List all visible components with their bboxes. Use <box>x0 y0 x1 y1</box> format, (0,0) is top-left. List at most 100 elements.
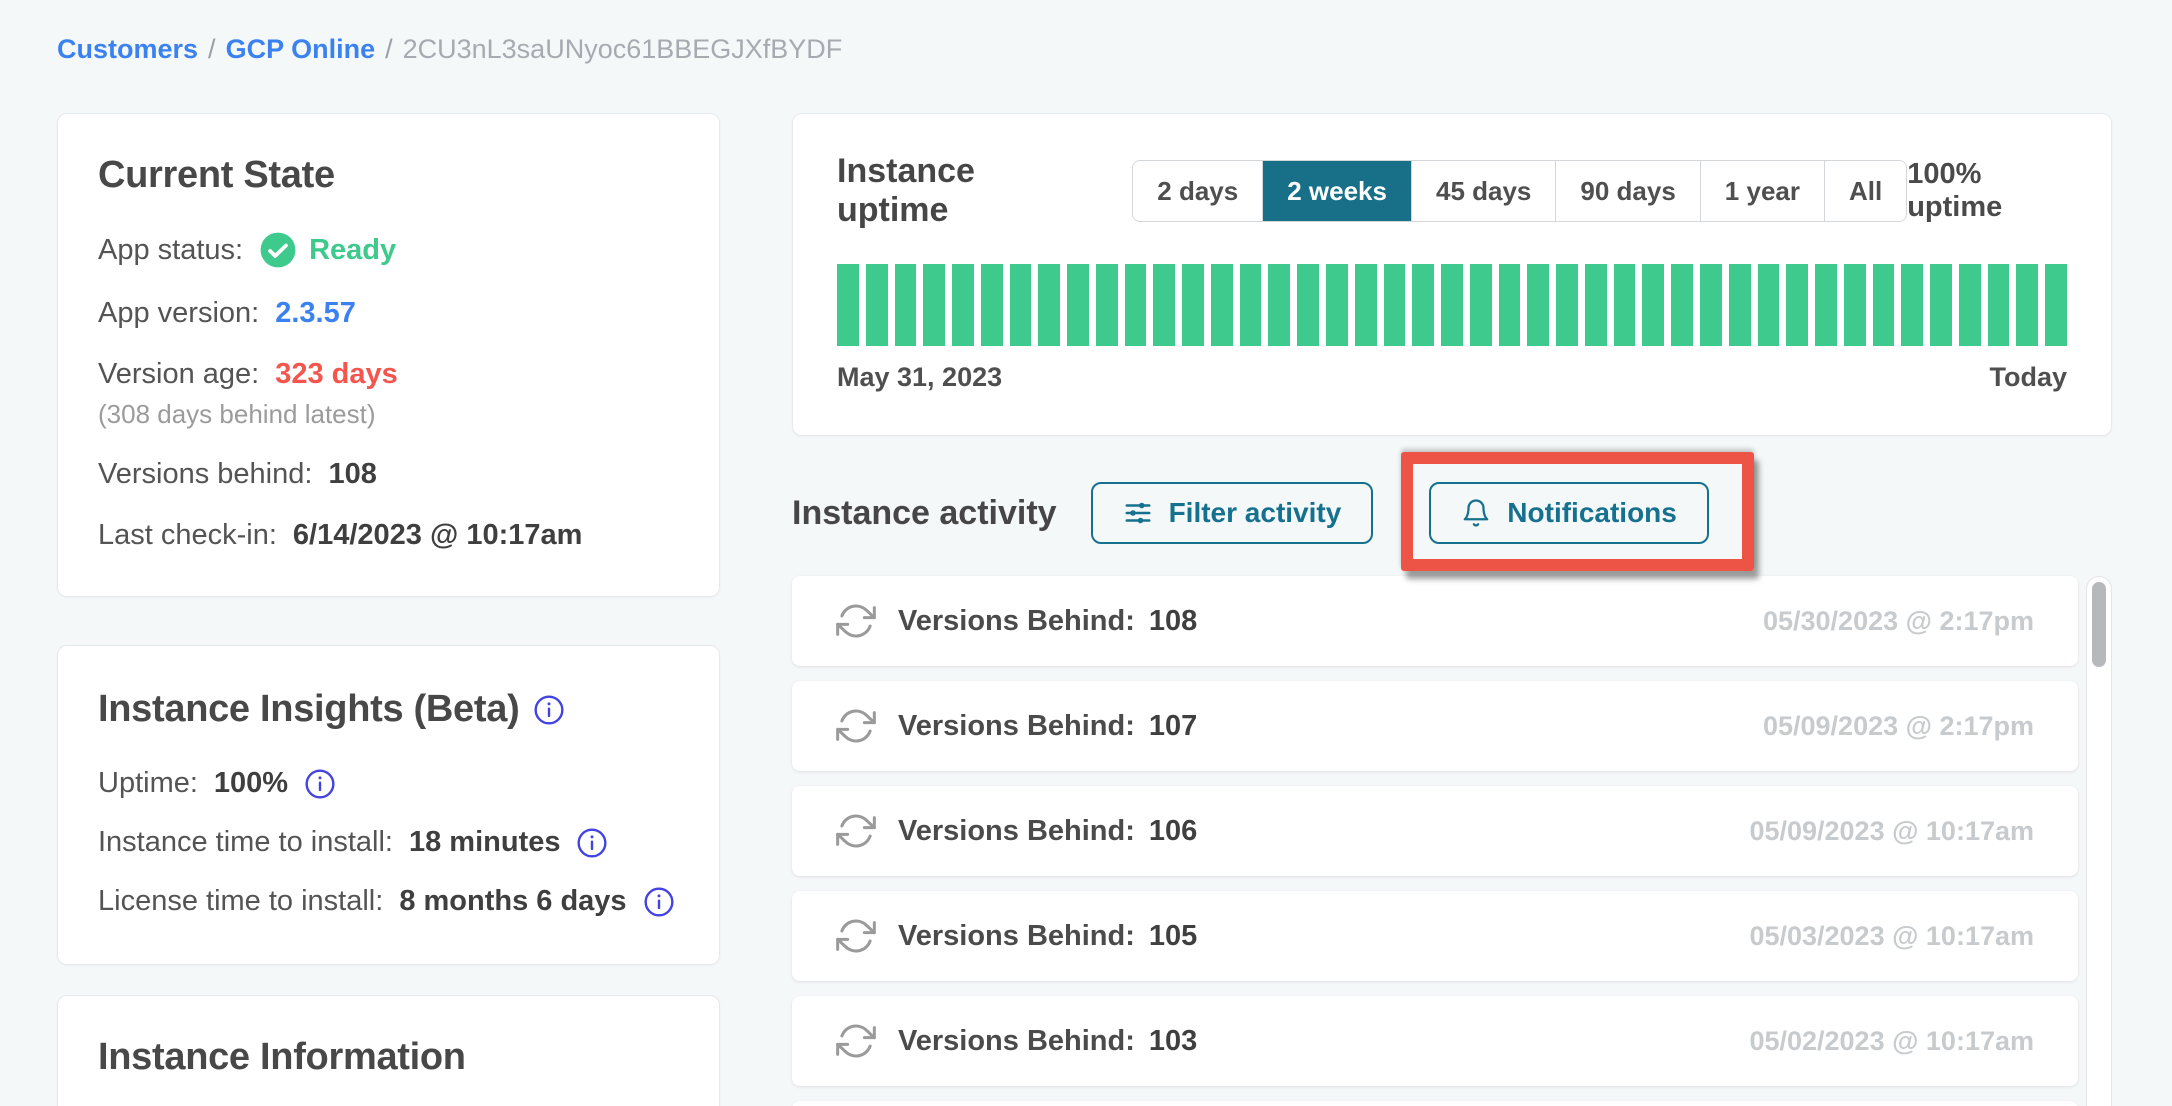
uptime-bar <box>1642 264 1664 346</box>
uptime-bar <box>1873 264 1895 346</box>
filter-activity-label: Filter activity <box>1169 497 1342 529</box>
version-age-note: (308 days behind latest) <box>98 399 679 430</box>
uptime-bar <box>952 264 974 346</box>
uptime-bar <box>2016 264 2038 346</box>
breadcrumb-link-customers[interactable]: Customers <box>57 34 198 64</box>
uptime-bar <box>1614 264 1636 346</box>
uptime-bar <box>1268 264 1290 346</box>
last-checkin-label: Last check-in: <box>98 519 277 552</box>
instance-uptime-title: Instance uptime <box>837 152 1070 230</box>
filter-activity-button[interactable]: Filter activity <box>1091 482 1374 544</box>
info-icon[interactable] <box>643 886 675 918</box>
uptime-bar <box>1412 264 1434 346</box>
uptime-bar <box>1297 264 1319 346</box>
uptime-bar <box>1470 264 1492 346</box>
uptime-bar <box>1901 264 1923 346</box>
uptime-bar <box>1959 264 1981 346</box>
range-tab-2-weeks[interactable]: 2 weeks <box>1262 161 1411 221</box>
activity-row-value: 103 <box>1149 1025 1197 1058</box>
activity-list-item[interactable]: Versions Behind: 106 05/09/2023 @ 10:17a… <box>792 786 2078 876</box>
uptime-row: Uptime: 100% <box>98 767 679 800</box>
range-tab-90-days[interactable]: 90 days <box>1555 161 1699 221</box>
app-status-label: App status: <box>98 234 243 267</box>
current-state-card: Current State App status: Ready App vers… <box>57 113 720 597</box>
activity-list-item[interactable]: Versions Behind: 105 05/03/2023 @ 10:17a… <box>792 891 2078 981</box>
page: Customers/GCP Online/2CU3nL3saUNyoc61BBE… <box>0 0 2172 1106</box>
activity-row-timestamp: 05/02/2023 @ 10:17am <box>1749 1026 2034 1057</box>
uptime-bar <box>1556 264 1578 346</box>
activity-row-label: Versions Behind: <box>898 815 1135 848</box>
instance-time-to-install-row: Instance time to install: 18 minutes <box>98 826 679 859</box>
range-tab-1-year[interactable]: 1 year <box>1700 161 1824 221</box>
chart-end-label: Today <box>1989 362 2067 393</box>
range-tab-all[interactable]: All <box>1824 161 1906 221</box>
notifications-label: Notifications <box>1507 497 1677 529</box>
activity-row-label: Versions Behind: <box>898 605 1135 638</box>
range-tab-45-days[interactable]: 45 days <box>1411 161 1555 221</box>
instance-information-card: Instance Information <box>57 995 720 1106</box>
uptime-bar <box>981 264 1003 346</box>
uptime-bar <box>1930 264 1952 346</box>
breadcrumb: Customers/GCP Online/2CU3nL3saUNyoc61BBE… <box>0 0 2172 65</box>
activity-row-value: 108 <box>1149 605 1197 638</box>
uptime-bar <box>1153 264 1175 346</box>
activity-list-item-partial[interactable] <box>792 1101 2078 1106</box>
uptime-bar <box>1355 264 1377 346</box>
uptime-bar <box>1499 264 1521 346</box>
activity-row-timestamp: 05/30/2023 @ 2:17pm <box>1763 606 2034 637</box>
version-age-value: 323 days <box>275 358 398 391</box>
versions-behind-label: Versions behind: <box>98 458 312 491</box>
uptime-bar <box>923 264 945 346</box>
uptime-bar <box>1527 264 1549 346</box>
activity-row-label: Versions Behind: <box>898 1025 1135 1058</box>
uptime-bar <box>1585 264 1607 346</box>
uptime-bar <box>1038 264 1060 346</box>
activity-scrollbar-track[interactable] <box>2086 576 2112 1106</box>
instance-activity-header: Instance activity Filter activity <box>792 480 2112 546</box>
activity-row-value: 107 <box>1149 710 1197 743</box>
instance-time-to-install-value: 18 minutes <box>409 826 561 859</box>
activity-list-item[interactable]: Versions Behind: 107 05/09/2023 @ 2:17pm <box>792 681 2078 771</box>
breadcrumb-separator: / <box>375 34 403 64</box>
instance-insights-card: Instance Insights (Beta) Uptime: 100% <box>57 645 720 965</box>
last-checkin-row: Last check-in: 6/14/2023 @ 10:17am <box>98 519 679 552</box>
app-status-value: Ready <box>309 234 396 267</box>
sliders-icon <box>1123 498 1153 528</box>
uptime-bar <box>1729 264 1751 346</box>
activity-list-item[interactable]: Versions Behind: 108 05/30/2023 @ 2:17pm <box>792 576 2078 666</box>
range-tab-2-days[interactable]: 2 days <box>1133 161 1262 221</box>
info-icon[interactable] <box>304 768 336 800</box>
notifications-button-wrap: Notifications <box>1429 482 1709 544</box>
uptime-bar <box>1844 264 1866 346</box>
activity-list: Versions Behind: 108 05/30/2023 @ 2:17pm… <box>792 576 2078 1106</box>
activity-row-label: Versions Behind: <box>898 710 1135 743</box>
activity-list-item[interactable]: Versions Behind: 103 05/02/2023 @ 10:17a… <box>792 996 2078 1086</box>
uptime-summary: 100% uptime <box>1907 158 2067 224</box>
activity-area: Versions Behind: 108 05/30/2023 @ 2:17pm… <box>792 576 2112 1106</box>
info-icon[interactable] <box>576 827 608 859</box>
version-age-label: Version age: <box>98 358 259 391</box>
instance-activity-title: Instance activity <box>792 494 1057 533</box>
uptime-bar <box>866 264 888 346</box>
app-status-row: App status: Ready <box>98 231 679 269</box>
uptime-bar <box>1384 264 1406 346</box>
uptime-bar <box>895 264 917 346</box>
activity-row-label: Versions Behind: <box>898 920 1135 953</box>
uptime-bar <box>1010 264 1032 346</box>
breadcrumb-current-instance-id: 2CU3nL3saUNyoc61BBEGJXfBYDF <box>403 34 843 64</box>
sync-icon <box>836 706 876 746</box>
uptime-bar <box>1815 264 1837 346</box>
activity-scrollbar-thumb[interactable] <box>2092 582 2106 667</box>
breadcrumb-link-gcp-online[interactable]: GCP Online <box>226 34 376 64</box>
uptime-bar <box>1096 264 1118 346</box>
current-state-title: Current State <box>98 154 679 197</box>
uptime-bar <box>837 264 859 346</box>
notifications-button[interactable]: Notifications <box>1429 482 1709 544</box>
info-icon[interactable] <box>533 694 565 726</box>
bell-icon <box>1461 498 1491 528</box>
uptime-bar <box>1988 264 2010 346</box>
app-version-value: 2.3.57 <box>275 297 356 330</box>
instance-uptime-card: Instance uptime 2 days2 weeks45 days90 d… <box>792 113 2112 436</box>
instance-time-to-install-label: Instance time to install: <box>98 826 393 859</box>
last-checkin-value: 6/14/2023 @ 10:17am <box>293 519 583 552</box>
